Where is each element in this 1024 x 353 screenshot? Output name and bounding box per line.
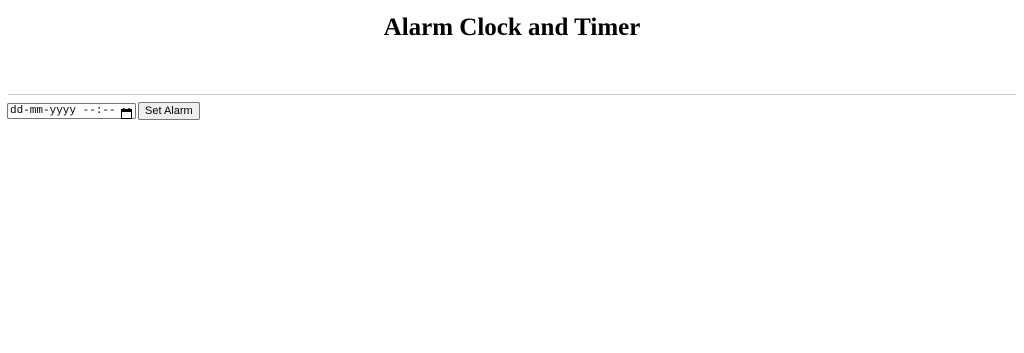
divider bbox=[8, 94, 1016, 95]
calendar-icon[interactable] bbox=[121, 106, 132, 119]
page-title: Alarm Clock and Timer bbox=[383, 14, 641, 41]
alarm-form: dd-mm-yyyy --:-- Set Alarm bbox=[7, 102, 200, 120]
datetime-placeholder: dd-mm-yyyy --:-- bbox=[10, 105, 116, 117]
alarm-datetime-input[interactable]: dd-mm-yyyy --:-- bbox=[7, 103, 136, 119]
set-alarm-button[interactable]: Set Alarm bbox=[138, 102, 200, 120]
